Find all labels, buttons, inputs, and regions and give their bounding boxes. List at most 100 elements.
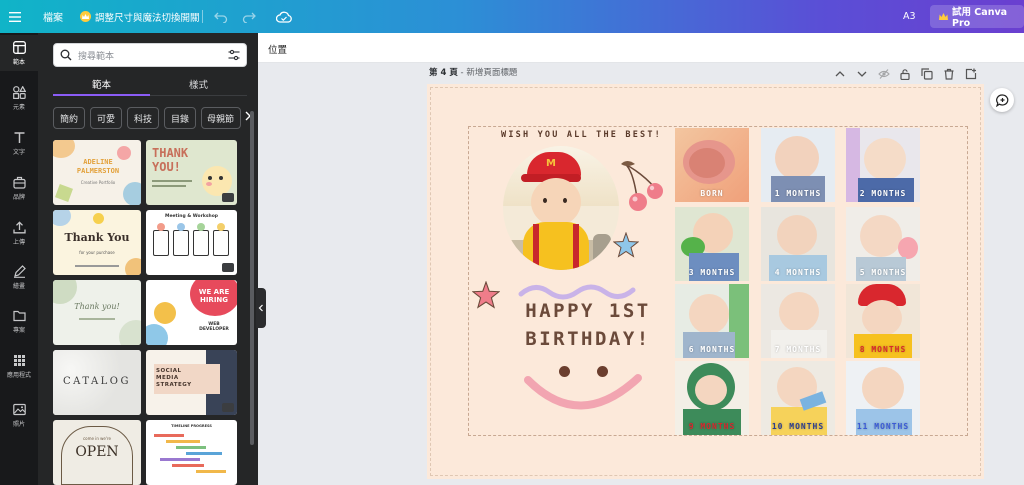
- search-box[interactable]: 搜尋範本: [53, 43, 247, 67]
- milestone-photo[interactable]: 7 MONTHS: [761, 284, 835, 358]
- milestone-photo[interactable]: 2 MONTHS: [846, 128, 920, 202]
- rail-label: 照片: [12, 420, 25, 428]
- add-comment-button[interactable]: [990, 88, 1014, 112]
- collapse-panel-button[interactable]: [256, 288, 266, 328]
- redo-icon[interactable]: [242, 0, 256, 33]
- milestone-photo[interactable]: 8 MONTHS: [846, 284, 920, 358]
- template-thumbnail[interactable]: SOCIAL MEDIA STRATEGY: [146, 350, 237, 415]
- photo-label: 10 MONTHS: [771, 422, 825, 431]
- active-tab-indicator: [53, 94, 150, 96]
- photo-label: 6 MONTHS: [688, 345, 736, 354]
- rail-item-text[interactable]: 文字: [0, 125, 38, 161]
- milestone-photo[interactable]: 6 MONTHS: [675, 284, 749, 358]
- crown-badge-icon: [222, 263, 234, 272]
- page-size-label: A3: [903, 11, 916, 22]
- crown-badge-icon: [222, 193, 234, 202]
- milestone-photo[interactable]: 11 MONTHS: [846, 361, 920, 435]
- tab-templates[interactable]: 範本: [53, 77, 150, 91]
- add-page-icon[interactable]: [965, 65, 977, 80]
- template-thumbnail[interactable]: TIMELINE PROGRESS: [146, 420, 237, 485]
- rail-label: 元素: [12, 103, 25, 111]
- template-title: SOCIAL MEDIA STRATEGY: [156, 368, 192, 388]
- template-subtitle: for your purchase: [79, 250, 115, 255]
- template-thumbnail[interactable]: CATALOG: [53, 350, 141, 415]
- chevron-down-icon[interactable]: [856, 65, 868, 77]
- lock-icon[interactable]: [899, 65, 911, 81]
- photo-label: 4 MONTHS: [774, 268, 822, 277]
- template-thumbnail[interactable]: come in we're OPEN: [53, 420, 141, 485]
- template-subtitle: Creative Portfolio: [80, 180, 116, 185]
- chevron-up-icon[interactable]: [834, 65, 846, 77]
- milestone-photo[interactable]: 9 MONTHS: [675, 361, 749, 435]
- photo-label: 9 MONTHS: [688, 422, 736, 431]
- menu-icon[interactable]: [9, 0, 23, 33]
- milestone-photo[interactable]: 3 MONTHS: [675, 207, 749, 281]
- photo-label: BORN: [700, 189, 724, 198]
- hide-page-icon[interactable]: [878, 65, 890, 79]
- file-menu-button[interactable]: 檔案: [43, 0, 63, 33]
- undo-icon[interactable]: [214, 0, 228, 33]
- photo-label: 3 MONTHS: [688, 268, 736, 277]
- duplicate-page-icon[interactable]: [921, 65, 933, 80]
- milestone-photo[interactable]: 5 MONTHS: [846, 207, 920, 281]
- template-thumbnail[interactable]: ADELINE PALMERSTON Creative Portfolio: [53, 140, 141, 205]
- template-title: CATALOG: [63, 376, 131, 387]
- try-pro-label: 試用 Canva Pro: [952, 7, 1008, 29]
- rail-label: 繪畫: [12, 282, 25, 290]
- resize-button[interactable]: 調整尺寸與魔法切換開關: [80, 0, 200, 33]
- tab-divider: [150, 95, 247, 96]
- template-thumbnail[interactable]: Meeting & Workshop: [146, 210, 237, 275]
- birthday-heading[interactable]: HAPPY 1ST BIRTHDAY!: [518, 297, 658, 353]
- filter-chip[interactable]: 母親節: [201, 107, 241, 129]
- milestone-photo[interactable]: BORN: [675, 128, 749, 202]
- text-icon: [14, 131, 24, 143]
- trash-icon[interactable]: [943, 65, 955, 80]
- crown-icon: [939, 12, 948, 21]
- template-thumbnail[interactable]: WE ARE HIRING WEB DEVELOPER: [146, 280, 237, 345]
- photo-label: 1 MONTHS: [774, 189, 822, 198]
- position-button[interactable]: 位置: [268, 42, 287, 56]
- template-thumbnail[interactable]: THANK YOU!: [146, 140, 237, 205]
- rail-label: 範本: [12, 58, 25, 66]
- milestone-photo[interactable]: 10 MONTHS: [761, 361, 835, 435]
- rail-item-projects[interactable]: 專案: [0, 303, 38, 339]
- rail-item-apps[interactable]: 應用程式: [0, 348, 38, 384]
- filter-icon[interactable]: [228, 49, 240, 61]
- cloud-save-icon[interactable]: [276, 0, 292, 33]
- panel-scrollbar[interactable]: [250, 111, 254, 445]
- template-title: Meeting & Workshop: [164, 214, 219, 219]
- filter-chip[interactable]: 簡約: [53, 107, 85, 129]
- comment-icon: [995, 93, 1008, 107]
- template-icon: [12, 40, 26, 54]
- rail-item-draw[interactable]: 繪畫: [0, 259, 38, 295]
- milestone-photo[interactable]: 4 MONTHS: [761, 207, 835, 281]
- template-title: Thank You: [64, 231, 130, 244]
- rail-item-templates[interactable]: 範本: [0, 35, 38, 71]
- template-thumbnail[interactable]: Thank You for your purchase: [53, 210, 141, 275]
- folder-icon: [12, 310, 26, 321]
- blue-star-decoration: [613, 232, 639, 258]
- try-pro-button[interactable]: 試用 Canva Pro: [930, 5, 1024, 29]
- rail-item-brand[interactable]: 品牌: [0, 170, 38, 206]
- template-thumbnail[interactable]: Thank you!: [53, 280, 141, 345]
- birthday-heading-line1: HAPPY 1ST: [525, 300, 651, 322]
- rail-label: 上傳: [12, 238, 25, 246]
- tab-styles[interactable]: 樣式: [150, 77, 247, 91]
- rail-item-photos[interactable]: 照片: [0, 397, 38, 433]
- rail-item-elements[interactable]: 元素: [0, 80, 38, 116]
- elements-icon: [12, 85, 26, 99]
- template-subtitle: WEB DEVELOPER: [199, 322, 229, 332]
- search-input[interactable]: 搜尋範本: [78, 49, 228, 62]
- template-subtitle: come in we're: [82, 436, 112, 441]
- filter-chip[interactable]: 可愛: [90, 107, 122, 129]
- rail-item-upload[interactable]: 上傳: [0, 215, 38, 251]
- photo-label: 7 MONTHS: [774, 345, 822, 354]
- filter-chip[interactable]: 目錄: [164, 107, 196, 129]
- page-number: 第 4 頁: [429, 68, 458, 78]
- milestone-photo[interactable]: 1 MONTHS: [761, 128, 835, 202]
- filter-chip[interactable]: 科技: [127, 107, 159, 129]
- wish-text[interactable]: WISH YOU ALL THE BEST!: [501, 130, 662, 140]
- apps-icon: [13, 354, 25, 366]
- page-title-input[interactable]: 新增頁面標題: [466, 68, 517, 78]
- main-baby-photo[interactable]: M: [503, 146, 619, 270]
